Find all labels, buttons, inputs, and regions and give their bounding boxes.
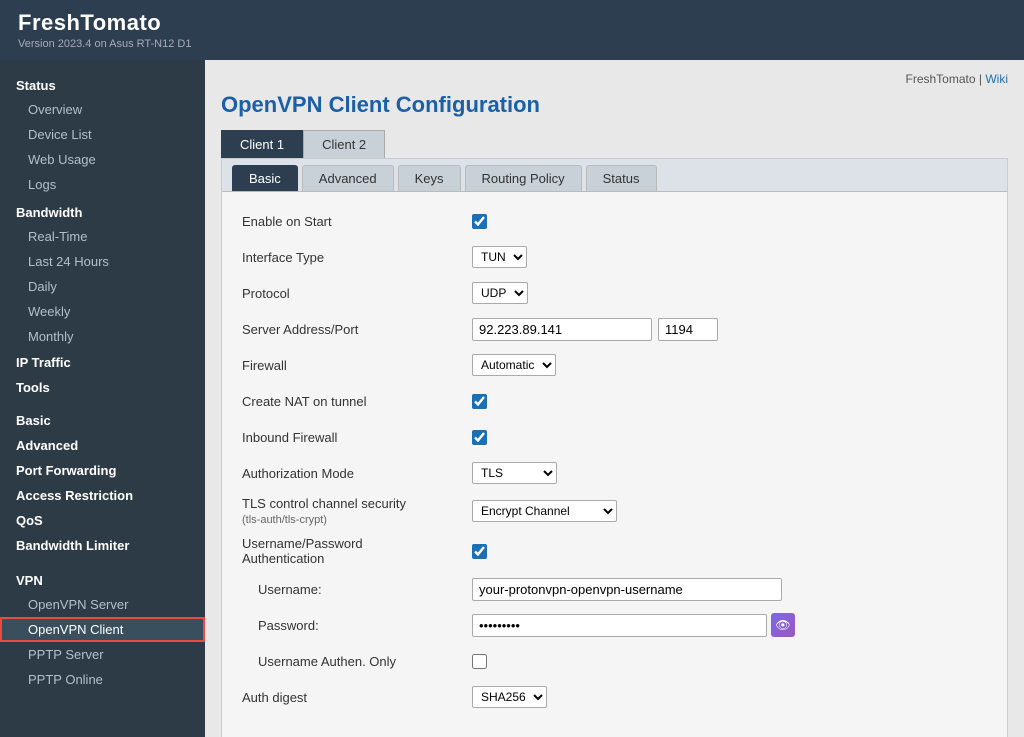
create-nat-label: Create NAT on tunnel: [242, 394, 472, 409]
sidebar-item-qos[interactable]: QoS: [0, 507, 205, 532]
sidebar-item-pptp-server[interactable]: PPTP Server: [0, 642, 205, 667]
username-label: Username:: [242, 582, 472, 597]
form-row-username-password-auth: Username/Password Authentication: [242, 536, 987, 566]
top-right-links: FreshTomato | Wiki: [221, 72, 1008, 86]
form-row-auth-mode: Authorization Mode TLS Static Key: [242, 460, 987, 486]
sidebar-item-tools[interactable]: Tools: [0, 374, 205, 399]
sub-tabs: Basic Advanced Keys Routing Policy Statu…: [222, 159, 1007, 192]
form-row-create-nat: Create NAT on tunnel: [242, 388, 987, 414]
sidebar-item-daily[interactable]: Daily: [0, 274, 205, 299]
main-content: FreshTomato | Wiki OpenVPN Client Config…: [205, 60, 1024, 737]
sidebar-item-bandwidth-limiter[interactable]: Bandwidth Limiter: [0, 532, 205, 557]
password-eye-icon[interactable]: 👁: [771, 613, 795, 637]
firewall-select[interactable]: Automatic Enable Disable: [472, 354, 556, 376]
password-label: Password:: [242, 618, 472, 633]
form-row-enable-on-start: Enable on Start: [242, 208, 987, 234]
form-area: Enable on Start Interface Type TUN TAP P…: [222, 192, 1007, 736]
app-title: FreshTomato: [18, 10, 1006, 36]
sub-tab-status[interactable]: Status: [586, 165, 657, 191]
app-header: FreshTomato Version 2023.4 on Asus RT-N1…: [0, 0, 1024, 60]
protocol-label: Protocol: [242, 286, 472, 301]
form-row-password: Password: 👁: [242, 612, 987, 638]
server-address-input[interactable]: [472, 318, 652, 341]
username-input[interactable]: [472, 578, 782, 601]
sidebar: Status Overview Device List Web Usage Lo…: [0, 60, 205, 737]
server-address-group: [472, 318, 718, 341]
sidebar-item-ip-traffic[interactable]: IP Traffic: [0, 349, 205, 374]
form-row-interface-type: Interface Type TUN TAP: [242, 244, 987, 270]
sidebar-group-vpn: VPN: [0, 565, 205, 592]
interface-type-select[interactable]: TUN TAP: [472, 246, 527, 268]
sidebar-item-monthly[interactable]: Monthly: [0, 324, 205, 349]
sidebar-item-overview[interactable]: Overview: [0, 97, 205, 122]
username-authen-only-checkbox[interactable]: [472, 654, 487, 669]
create-nat-checkbox[interactable]: [472, 394, 487, 409]
client-tab-2[interactable]: Client 2: [303, 130, 385, 158]
auth-mode-select[interactable]: TLS Static Key: [472, 462, 557, 484]
form-row-protocol: Protocol UDP TCP: [242, 280, 987, 306]
form-row-tls-control: TLS control channel security (tls-auth/t…: [242, 496, 987, 526]
auth-digest-select[interactable]: SHA256 SHA1 MD5: [472, 686, 547, 708]
form-row-server-address: Server Address/Port: [242, 316, 987, 342]
inbound-firewall-checkbox[interactable]: [472, 430, 487, 445]
form-row-firewall: Firewall Automatic Enable Disable: [242, 352, 987, 378]
enable-on-start-label: Enable on Start: [242, 214, 472, 229]
sidebar-item-openvpn-server[interactable]: OpenVPN Server: [0, 592, 205, 617]
sidebar-group-status: Status: [0, 70, 205, 97]
enable-on-start-checkbox[interactable]: [472, 214, 487, 229]
username-authen-only-label: Username Authen. Only: [242, 654, 472, 669]
firewall-label: Firewall: [242, 358, 472, 373]
sidebar-item-access-restriction[interactable]: Access Restriction: [0, 482, 205, 507]
protocol-select[interactable]: UDP TCP: [472, 282, 528, 304]
wiki-link[interactable]: Wiki: [985, 72, 1008, 86]
password-input[interactable]: [472, 614, 767, 637]
sub-tab-keys[interactable]: Keys: [398, 165, 461, 191]
sidebar-item-advanced[interactable]: Advanced: [0, 432, 205, 457]
client-tabs: Client 1 Client 2: [221, 130, 1008, 158]
sidebar-item-logs[interactable]: Logs: [0, 172, 205, 197]
username-password-auth-label: Username/Password Authentication: [242, 536, 472, 566]
sidebar-item-web-usage[interactable]: Web Usage: [0, 147, 205, 172]
brand-label: FreshTomato: [906, 72, 976, 86]
sidebar-item-port-forwarding[interactable]: Port Forwarding: [0, 457, 205, 482]
tls-control-label: TLS control channel security (tls-auth/t…: [242, 496, 472, 526]
auth-digest-label: Auth digest: [242, 690, 472, 705]
form-row-auth-digest: Auth digest SHA256 SHA1 MD5: [242, 684, 987, 710]
form-row-username: Username:: [242, 576, 987, 602]
interface-type-label: Interface Type: [242, 250, 472, 265]
inbound-firewall-label: Inbound Firewall: [242, 430, 472, 445]
app-version: Version 2023.4 on Asus RT-N12 D1: [18, 38, 1006, 50]
client-tab-1[interactable]: Client 1: [221, 130, 303, 158]
sub-tab-basic[interactable]: Basic: [232, 165, 298, 191]
encrypt-channel-group: Encrypt Channel Authenticate Channel Non…: [472, 500, 617, 522]
server-address-label: Server Address/Port: [242, 322, 472, 337]
sidebar-item-basic[interactable]: Basic: [0, 407, 205, 432]
config-panel: Basic Advanced Keys Routing Policy Statu…: [221, 158, 1008, 737]
auth-mode-label: Authorization Mode: [242, 466, 472, 481]
tls-control-select[interactable]: Encrypt Channel Authenticate Channel Non…: [472, 500, 617, 522]
separator: |: [976, 72, 986, 86]
sidebar-item-real-time[interactable]: Real-Time: [0, 224, 205, 249]
username-password-auth-checkbox[interactable]: [472, 544, 487, 559]
page-title: OpenVPN Client Configuration: [221, 92, 1008, 118]
sidebar-item-pptp-online[interactable]: PPTP Online: [0, 667, 205, 692]
sidebar-item-weekly[interactable]: Weekly: [0, 299, 205, 324]
form-row-inbound-firewall: Inbound Firewall: [242, 424, 987, 450]
sub-tab-advanced[interactable]: Advanced: [302, 165, 394, 191]
sub-tab-routing-policy[interactable]: Routing Policy: [465, 165, 582, 191]
sidebar-item-openvpn-client[interactable]: OpenVPN Client: [0, 617, 205, 642]
sidebar-item-last-24h[interactable]: Last 24 Hours: [0, 249, 205, 274]
server-port-input[interactable]: [658, 318, 718, 341]
form-row-username-authen-only: Username Authen. Only: [242, 648, 987, 674]
password-group: 👁: [472, 613, 795, 637]
sidebar-item-device-list[interactable]: Device List: [0, 122, 205, 147]
sidebar-group-bandwidth: Bandwidth: [0, 197, 205, 224]
